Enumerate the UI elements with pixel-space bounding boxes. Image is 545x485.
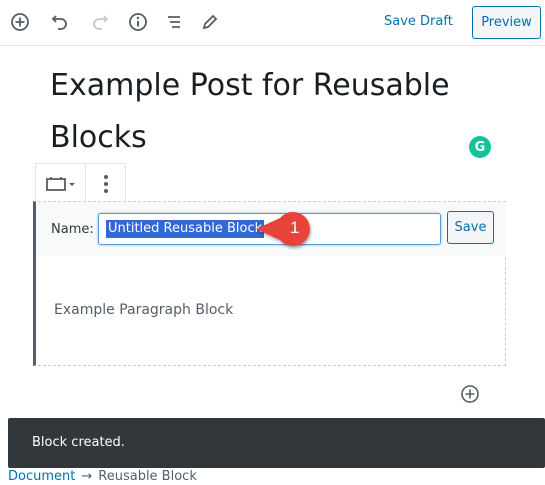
name-label: Name: xyxy=(51,222,94,237)
info-icon[interactable] xyxy=(127,11,149,33)
breadcrumb-document-link[interactable]: Document xyxy=(8,469,75,484)
redo-icon[interactable] xyxy=(89,11,111,33)
block-toolbar xyxy=(35,163,126,203)
add-block-icon[interactable] xyxy=(9,11,31,33)
more-options-button[interactable] xyxy=(86,164,126,203)
annotation-marker: 1 xyxy=(254,208,322,250)
snackbar-notice: Block created. xyxy=(8,418,545,468)
save-button[interactable]: Save xyxy=(447,211,494,244)
breadcrumb-current: Reusable Block xyxy=(98,469,197,484)
reusable-block-icon xyxy=(45,176,75,191)
save-draft-button[interactable]: Save Draft xyxy=(384,14,453,29)
outline-icon[interactable] xyxy=(163,11,185,33)
edit-icon[interactable] xyxy=(199,11,221,33)
preview-button[interactable]: Preview xyxy=(472,6,541,39)
breadcrumb-separator: → xyxy=(81,469,93,484)
editor-toolbar: Save Draft Preview xyxy=(0,0,545,46)
grammarly-icon[interactable]: G xyxy=(469,136,491,158)
post-title[interactable]: Example Post for Reusable Blocks xyxy=(50,60,480,164)
more-vertical-icon xyxy=(104,174,108,193)
annotation-number: 1 xyxy=(290,218,300,237)
add-block-icon[interactable] xyxy=(460,384,480,404)
block-name-value: Untitled Reusable Block xyxy=(106,220,265,238)
breadcrumb: Document → Reusable Block xyxy=(8,469,197,484)
block-switcher-button[interactable] xyxy=(36,164,86,203)
snackbar-message: Block created. xyxy=(32,435,125,450)
undo-icon[interactable] xyxy=(49,11,71,33)
paragraph-block[interactable]: Example Paragraph Block xyxy=(54,302,233,318)
